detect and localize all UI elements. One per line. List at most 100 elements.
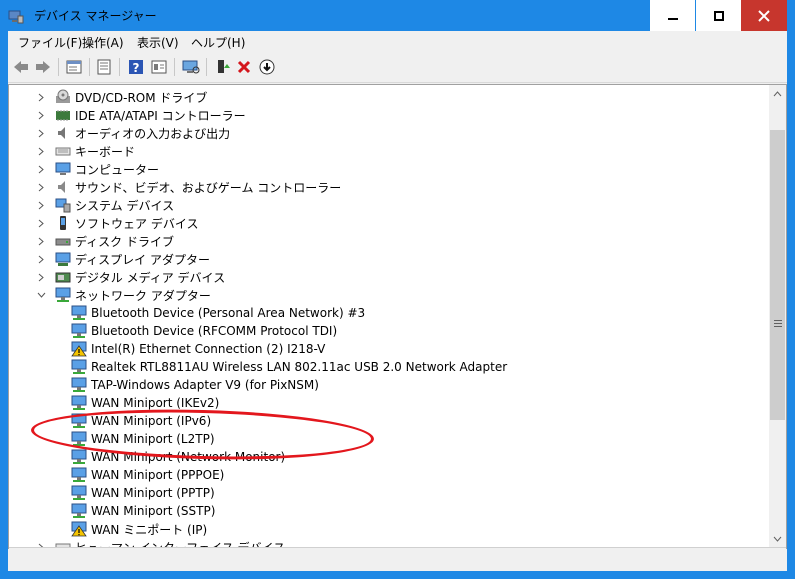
chevron-down-icon [773, 536, 782, 542]
forward-button[interactable] [33, 57, 53, 77]
scan-hardware-button[interactable] [181, 57, 201, 77]
network-adapter-item[interactable]: Realtek RTL8811AU Wireless LAN 802.11ac … [71, 358, 507, 376]
tree-category[interactable]: ヒューマン インターフェイス デバイス [35, 538, 285, 547]
expand-arrow-icon[interactable] [35, 214, 47, 232]
device-tree[interactable]: DVD/CD-ROM ドライブ IDE ATA/ATAPI コントローラー オー… [9, 85, 769, 547]
scrollbar-thumb[interactable] [770, 130, 785, 420]
tree-category-label: IDE ATA/ATAPI コントローラー [75, 108, 246, 123]
network-adapter-label: Bluetooth Device (RFCOMM Protocol TDI) [91, 324, 338, 338]
network-adapter-item[interactable]: WAN Miniport (L2TP) [71, 430, 215, 448]
network-adapter-item[interactable]: WAN Miniport (PPTP) [71, 484, 215, 502]
expand-arrow-icon[interactable] [35, 196, 47, 214]
network-adapter-icon [71, 431, 87, 447]
tree-category[interactable]: IDE ATA/ATAPI コントローラー [35, 106, 246, 124]
hid-icon [55, 539, 71, 547]
uninstall-button[interactable] [234, 57, 254, 77]
chevron-up-icon [773, 90, 782, 96]
action-view-icon [151, 60, 167, 74]
toolbar-separator [58, 58, 59, 76]
network-adapter-item[interactable]: Bluetooth Device (Personal Area Network)… [71, 304, 365, 322]
tree-category-label: デジタル メディア デバイス [75, 270, 226, 285]
network-adapter-label: WAN Miniport (PPPOE) [91, 468, 225, 482]
network-adapter-item[interactable]: WAN Miniport (IKEv2) [71, 394, 219, 412]
network-adapter-item[interactable]: WAN Miniport (IPv6) [71, 412, 211, 430]
device-manager-icon [8, 10, 24, 24]
menu-action[interactable]: 操作(A) [82, 34, 124, 51]
network-adapter-label: Bluetooth Device (Personal Area Network)… [91, 306, 366, 320]
tree-category-label: システム デバイス [75, 198, 175, 213]
network-adapter-icon [71, 359, 87, 375]
tree-category[interactable]: システム デバイス [35, 196, 174, 214]
expand-arrow-icon[interactable] [35, 250, 47, 268]
maximize-button[interactable] [695, 0, 741, 31]
network-adapter-item[interactable]: TAP-Windows Adapter V9 (for PixNSM) [71, 376, 319, 394]
back-button[interactable] [11, 57, 31, 77]
scroll-down-button[interactable] [769, 530, 786, 547]
toolbar-separator [89, 58, 90, 76]
properties-icon [66, 60, 82, 74]
vertical-scrollbar[interactable] [769, 85, 786, 547]
expand-arrow-icon[interactable] [35, 160, 47, 178]
expand-arrow-icon[interactable] [35, 106, 47, 124]
properties-button[interactable] [64, 57, 84, 77]
minimize-button[interactable] [649, 0, 695, 31]
network-adapter-icon [71, 449, 87, 465]
tree-category[interactable]: ディスク ドライブ [35, 232, 174, 250]
network-adapter-item[interactable]: Bluetooth Device (RFCOMM Protocol TDI) [71, 322, 337, 340]
tree-category-network[interactable]: ネットワーク アダプター [35, 286, 211, 304]
network-adapter-warning-icon [71, 341, 87, 357]
update-driver-button[interactable] [257, 57, 277, 77]
title-bar[interactable]: デバイス マネージャー [0, 0, 795, 31]
menu-bar: ファイル(F) 操作(A) 表示(V) ヘルプ(H) [8, 31, 787, 52]
tree-category-label: ディスク ドライブ [75, 234, 174, 249]
software-device-icon [55, 215, 71, 231]
action-view-button[interactable] [149, 57, 169, 77]
tree-category-label: ソフトウェア デバイス [75, 216, 199, 231]
expand-arrow-icon[interactable] [35, 142, 47, 160]
network-adapter-label: Intel(R) Ethernet Connection (2) I218-V [91, 342, 326, 356]
network-adapter-icon [71, 305, 87, 321]
enable-device-button[interactable] [213, 57, 233, 77]
menu-file[interactable]: ファイル(F) [18, 34, 82, 51]
help-button[interactable]: ? [126, 57, 146, 77]
ide-controller-icon [55, 107, 71, 123]
collapse-arrow-icon[interactable] [35, 286, 47, 304]
tree-category[interactable]: コンピューター [35, 160, 159, 178]
scrollbar-grip-icon [774, 320, 782, 329]
tree-category[interactable]: サウンド、ビデオ、およびゲーム コントローラー [35, 178, 341, 196]
network-adapter-item[interactable]: WAN ミニポート (IP) [71, 520, 207, 538]
expand-arrow-icon[interactable] [35, 124, 47, 142]
menu-view[interactable]: 表示(V) [137, 34, 179, 51]
network-adapter-item[interactable]: WAN Miniport (Network Monitor) [71, 448, 285, 466]
tree-category[interactable]: オーディオの入力および出力 [35, 124, 230, 142]
expand-arrow-icon[interactable] [35, 88, 47, 106]
tree-category[interactable]: ソフトウェア デバイス [35, 214, 198, 232]
network-adapter-item[interactable]: Intel(R) Ethernet Connection (2) I218-V [71, 340, 325, 358]
tree-category-label: コンピューター [75, 162, 160, 177]
scroll-up-button[interactable] [769, 85, 786, 102]
tree-category[interactable]: デジタル メディア デバイス [35, 268, 225, 286]
expand-arrow-icon[interactable] [35, 538, 47, 547]
expand-arrow-icon[interactable] [35, 268, 47, 286]
network-adapter-label: WAN Miniport (IPv6) [91, 414, 212, 428]
network-adapter-item[interactable]: WAN Miniport (SSTP) [71, 502, 215, 520]
display-adapter-icon [55, 251, 71, 267]
media-device-icon [55, 269, 71, 285]
tree-category[interactable]: ディスプレイ アダプター [35, 250, 210, 268]
update-driver-icon [259, 59, 275, 75]
network-adapter-label: Realtek RTL8811AU Wireless LAN 802.11ac … [91, 360, 508, 374]
network-adapter-icon [71, 377, 87, 393]
network-adapter-icon [71, 485, 87, 501]
menu-help[interactable]: ヘルプ(H) [191, 34, 245, 51]
expand-arrow-icon[interactable] [35, 232, 47, 250]
close-button[interactable] [741, 0, 787, 31]
maximize-icon [713, 10, 724, 21]
tree-category[interactable]: DVD/CD-ROM ドライブ [35, 88, 207, 106]
tree-category[interactable]: キーボード [35, 142, 135, 160]
expand-arrow-icon[interactable] [35, 178, 47, 196]
disk-drive-icon [55, 233, 71, 249]
computer-icon [55, 161, 71, 177]
device-list-button[interactable] [94, 57, 114, 77]
network-adapter-label: WAN ミニポート (IP) [91, 522, 208, 537]
network-adapter-item[interactable]: WAN Miniport (PPPOE) [71, 466, 224, 484]
